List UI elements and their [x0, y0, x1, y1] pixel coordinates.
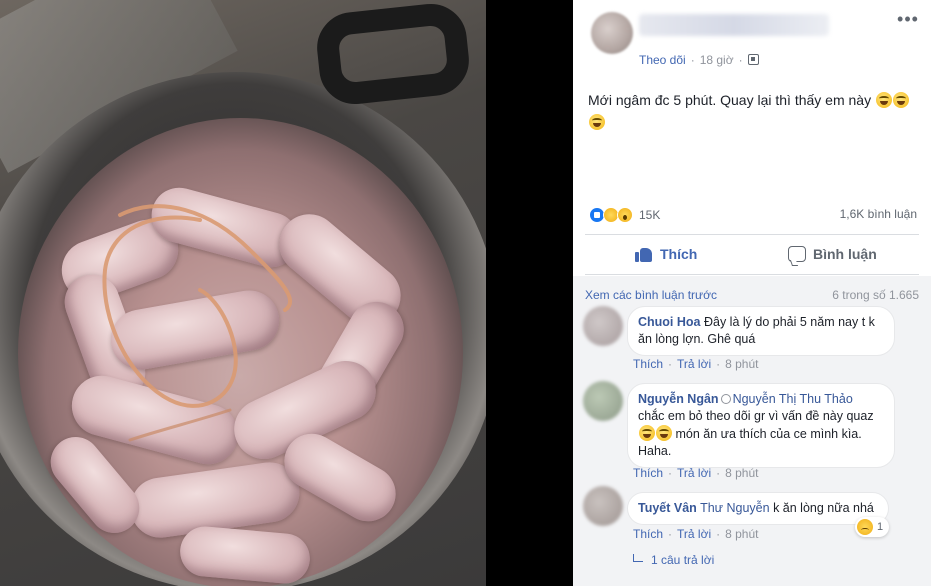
laughing-emoji-icon	[876, 92, 892, 108]
author-name-blurred[interactable]	[639, 14, 829, 36]
laughing-emoji-icon	[656, 425, 672, 441]
comment-actions: Thích · Trả lời · 8 phút	[633, 466, 759, 480]
like-icon	[635, 245, 653, 263]
comment-reply-link[interactable]: Trả lời	[677, 357, 711, 371]
comment-reaction-badge[interactable]: 1	[855, 517, 890, 537]
view-replies-link[interactable]: 1 câu trả lời	[633, 553, 714, 567]
commenter-name[interactable]: Tuyết Vân	[638, 501, 697, 515]
comment-time[interactable]: 8 phút	[725, 466, 758, 480]
comment-time[interactable]: 8 phút	[725, 527, 758, 541]
comment-actions: Thích · Trả lời · 8 phút	[633, 357, 759, 371]
comment-bubble: Tuyết Vân Thư Nguyễn k ăn lòng nữa nhá	[627, 492, 889, 525]
laughing-emoji-icon	[589, 114, 605, 130]
reaction-count: 15K	[639, 208, 661, 222]
post-panel: ••• Theo dõi · 18 giờ · Mới ngâm đc 5 phút.…	[573, 0, 931, 586]
comment-reply-link[interactable]: Trả lời	[677, 466, 711, 480]
comment-reaction-count: 1	[877, 521, 884, 533]
like-button-label: Thích	[660, 246, 698, 262]
comment-button[interactable]: Bình luận	[788, 242, 877, 266]
comment-text: k ăn lòng nữa nhá	[773, 501, 874, 515]
tagged-user[interactable]: Nguyễn Thị Thu Thảo	[733, 392, 853, 406]
comment-like-link[interactable]: Thích	[633, 527, 663, 541]
comment-bubble: Chuoi Hoa Đây là lý do phải 5 năm nay t …	[627, 306, 895, 356]
laughing-emoji-icon	[893, 92, 909, 108]
comment-reply-link[interactable]: Trả lời	[677, 527, 711, 541]
view-replies-label: 1 câu trả lời	[651, 553, 715, 567]
comment-count[interactable]: 1,6K bình luận	[840, 207, 917, 221]
post-text-content: Mới ngâm đc 5 phút. Quay lại thì thấy em…	[588, 92, 872, 108]
avatar[interactable]	[583, 381, 623, 421]
reply-arrow-icon	[633, 554, 643, 562]
post-header: ••• Theo dõi · 18 giờ ·	[573, 0, 931, 72]
comment-actions: Thích · Trả lời · 8 phút	[633, 527, 759, 541]
privacy-icon	[747, 54, 759, 65]
post-time[interactable]: 18 giờ	[700, 53, 734, 67]
tagged-user[interactable]: Thư Nguyễn	[700, 501, 770, 515]
post-meta: Theo dõi · 18 giờ ·	[639, 53, 759, 67]
avatar[interactable]	[583, 486, 623, 526]
post-photo[interactable]	[0, 0, 486, 586]
divider	[585, 274, 919, 275]
comment-icon	[788, 246, 806, 262]
wow-reaction-icon	[617, 207, 633, 223]
author-avatar[interactable]	[591, 12, 633, 54]
post-text: Mới ngâm đc 5 phút. Quay lại thì thấy em…	[588, 89, 918, 133]
like-button[interactable]: Thích	[635, 242, 697, 266]
comment-time[interactable]: 8 phút	[725, 357, 758, 371]
comment-text: chắc em bỏ theo dõi gr vì vấn đề này qua…	[638, 409, 874, 423]
tag-icon	[720, 394, 731, 404]
view-previous-comments-link[interactable]: Xem các bình luận trước	[585, 288, 717, 302]
divider	[585, 234, 919, 235]
commenter-name[interactable]: Chuoi Hoa	[638, 315, 701, 329]
laughing-emoji-icon	[639, 425, 655, 441]
sad-reaction-icon	[857, 519, 873, 535]
comment-button-label: Bình luận	[813, 246, 877, 262]
more-icon[interactable]: •••	[897, 10, 919, 30]
commenter-name[interactable]: Nguyễn Ngân	[638, 392, 719, 406]
comments-count: 6 trong số 1.665	[832, 288, 919, 302]
avatar[interactable]	[583, 306, 623, 346]
follow-link[interactable]: Theo dõi	[639, 53, 686, 67]
comment-bubble: Nguyễn Ngân Nguyễn Thị Thu Thảo chắc em b…	[627, 383, 895, 468]
reaction-summary[interactable]: 15K	[589, 205, 660, 225]
worm	[102, 204, 292, 442]
comment-like-link[interactable]: Thích	[633, 357, 663, 371]
comment-like-link[interactable]: Thích	[633, 466, 663, 480]
